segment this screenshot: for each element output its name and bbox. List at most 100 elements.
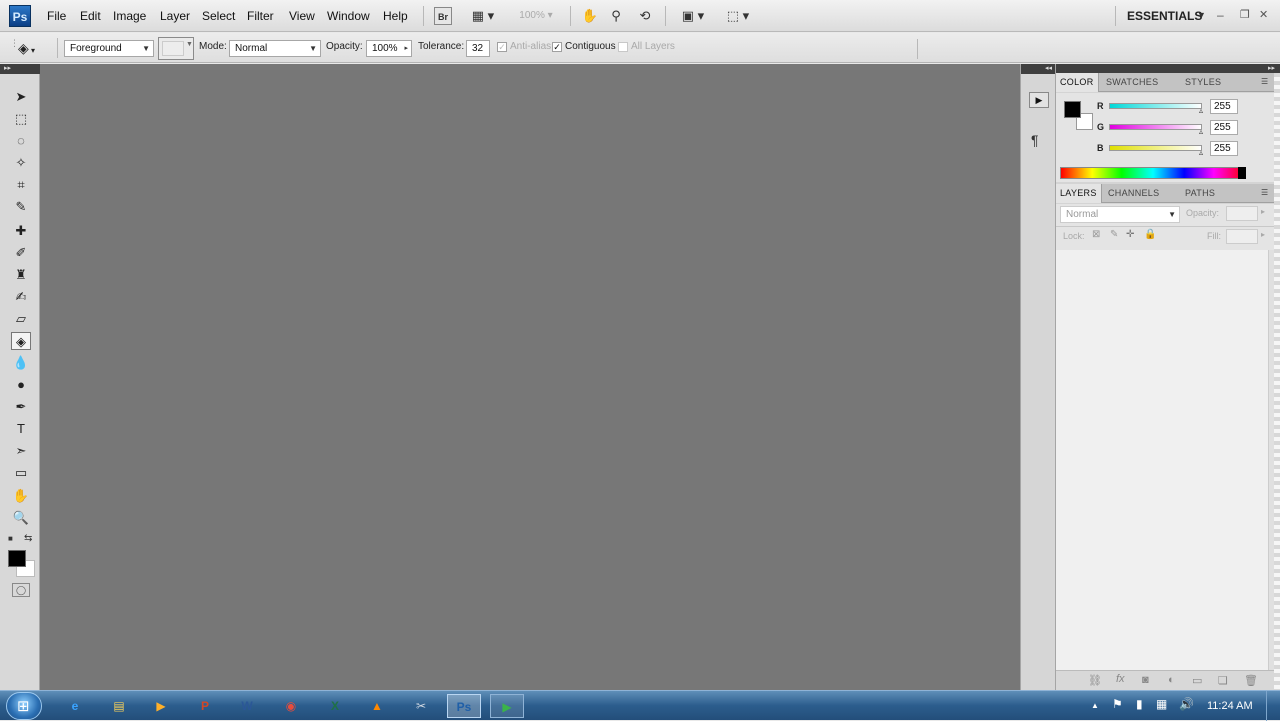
layer-blend-mode-select[interactable]: Normal ▼ bbox=[1060, 206, 1180, 223]
pattern-picker[interactable]: ▼ bbox=[158, 37, 194, 60]
taskbar-app-chrome[interactable]: ◉ bbox=[274, 694, 308, 718]
chevron-right-icon[interactable]: ▸ bbox=[1261, 230, 1265, 239]
tab-layers[interactable]: LAYERS bbox=[1056, 184, 1102, 203]
battery-icon[interactable]: ▮ bbox=[1136, 697, 1143, 711]
taskbar-app-media-player[interactable]: ▶ bbox=[144, 694, 178, 718]
panel-menu-icon[interactable]: ☰ bbox=[1261, 188, 1268, 197]
blend-mode-select[interactable]: Normal ▼ bbox=[229, 40, 321, 57]
taskbar-app-explorer[interactable]: ▤ bbox=[102, 694, 136, 718]
marquee-tool[interactable]: ⬚ bbox=[11, 110, 31, 128]
minimize-button[interactable]: – bbox=[1217, 8, 1224, 22]
slider-thumb-icon[interactable]: ▵ bbox=[1199, 127, 1203, 136]
tab-color[interactable]: COLOR bbox=[1056, 73, 1099, 92]
zoom-level-select[interactable]: 100% ▾ bbox=[512, 7, 560, 25]
show-desktop-button[interactable] bbox=[1266, 691, 1280, 721]
move-tool[interactable]: ➤ bbox=[11, 88, 31, 106]
tolerance-input[interactable]: 32 bbox=[466, 40, 490, 57]
toolbox-collapse-icon[interactable]: ▸▸ bbox=[0, 64, 40, 74]
history-brush-tool[interactable]: ✍ bbox=[11, 288, 31, 306]
workspace-switcher[interactable]: ESSENTIALS bbox=[1127, 9, 1202, 23]
ramp-black-chip[interactable] bbox=[1238, 167, 1246, 179]
menu-select[interactable]: Select bbox=[202, 9, 235, 23]
actions-panel-button[interactable]: ▶ bbox=[1029, 92, 1049, 108]
layer-opacity-input[interactable] bbox=[1226, 206, 1258, 221]
arrange-documents-button[interactable]: ▣ ▾ bbox=[676, 7, 710, 25]
path-selection-tool[interactable]: ➣ bbox=[11, 442, 31, 460]
rotate-view-button[interactable]: ⟲ bbox=[636, 7, 654, 25]
pen-tool[interactable]: ✒ bbox=[11, 398, 31, 416]
system-clock[interactable]: 11:24 AM bbox=[1207, 700, 1253, 712]
screen-mode-button[interactable]: ⬚ ▾ bbox=[721, 7, 755, 25]
taskbar-app-ie[interactable]: e bbox=[58, 694, 92, 718]
quick-mask-button[interactable]: ◯ bbox=[12, 583, 30, 597]
slider-thumb-icon[interactable]: ▵ bbox=[1199, 106, 1203, 115]
lasso-tool[interactable]: ◌ bbox=[11, 132, 31, 150]
healing-brush-tool[interactable]: ✚ bbox=[11, 222, 31, 240]
dock-collapse-icon[interactable]: ◂◂ bbox=[1021, 64, 1056, 74]
menu-edit[interactable]: Edit bbox=[80, 9, 101, 23]
adjustment-layer-icon[interactable]: ◐ bbox=[1168, 674, 1175, 686]
taskbar-app-word[interactable]: W bbox=[230, 694, 264, 718]
chevron-down-icon[interactable]: ▼ bbox=[1197, 10, 1206, 20]
network-icon[interactable]: ▦ bbox=[1156, 697, 1167, 711]
color-spectrum-ramp[interactable] bbox=[1060, 167, 1246, 179]
link-layers-icon[interactable]: ⛓ bbox=[1088, 674, 1102, 687]
type-tool[interactable]: T bbox=[11, 420, 31, 438]
tab-swatches[interactable]: SWATCHES bbox=[1102, 73, 1162, 92]
lock-pixels-icon[interactable]: ✎ bbox=[1110, 229, 1118, 240]
tab-channels[interactable]: CHANNELS bbox=[1104, 184, 1163, 203]
channel-value-g[interactable]: 255 bbox=[1210, 120, 1238, 135]
anti-alias-checkbox[interactable]: ✓ bbox=[497, 42, 507, 52]
document-canvas-area[interactable] bbox=[40, 64, 1020, 690]
dodge-tool[interactable]: ● bbox=[11, 376, 31, 394]
swap-colors-icon[interactable]: ⇆ bbox=[24, 533, 32, 544]
menu-window[interactable]: Window bbox=[327, 9, 370, 23]
taskbar-app-snipping[interactable]: ✂ bbox=[404, 694, 438, 718]
contiguous-checkbox[interactable]: ✓ bbox=[552, 42, 562, 52]
taskbar-app-photoshop[interactable]: Ps bbox=[447, 694, 481, 718]
menu-view[interactable]: View bbox=[289, 9, 315, 23]
opacity-input[interactable]: 100% ▸ bbox=[366, 40, 412, 57]
tool-preset-picker[interactable]: ◈ ▾ bbox=[18, 38, 52, 58]
foreground-color-chip[interactable] bbox=[1064, 101, 1081, 118]
new-group-icon[interactable]: ▭ bbox=[1192, 674, 1202, 687]
lock-position-icon[interactable]: ✛ bbox=[1126, 229, 1134, 240]
channel-value-r[interactable]: 255 bbox=[1210, 99, 1238, 114]
layer-fill-input[interactable] bbox=[1226, 229, 1258, 244]
show-hidden-icons[interactable]: ▲ bbox=[1091, 701, 1099, 710]
channel-slider-r[interactable]: ▵ bbox=[1109, 103, 1203, 115]
new-layer-icon[interactable]: ❏ bbox=[1218, 674, 1228, 687]
layers-list[interactable] bbox=[1056, 250, 1275, 670]
foreground-color-swatch[interactable] bbox=[8, 550, 26, 567]
layer-style-icon[interactable]: fx bbox=[1116, 673, 1125, 685]
chevron-right-icon[interactable]: ▸ bbox=[1261, 207, 1265, 216]
layer-mask-icon[interactable]: ◙ bbox=[1142, 674, 1149, 686]
menu-help[interactable]: Help bbox=[383, 9, 408, 23]
paint-bucket-tool[interactable]: ◈ bbox=[11, 332, 31, 350]
taskbar-app-powerpoint[interactable]: P bbox=[188, 694, 222, 718]
channel-slider-g[interactable]: ▵ bbox=[1109, 124, 1203, 136]
slider-thumb-icon[interactable]: ▵ bbox=[1199, 148, 1203, 157]
menu-file[interactable]: File bbox=[47, 9, 66, 23]
shape-tool[interactable]: ▭ bbox=[11, 464, 31, 482]
default-colors-icon[interactable]: ■ bbox=[8, 534, 13, 543]
tab-paths[interactable]: PATHS bbox=[1181, 184, 1219, 203]
menu-layer[interactable]: Layer bbox=[160, 9, 190, 23]
magic-wand-tool[interactable]: ✧ bbox=[11, 154, 31, 172]
paragraph-panel-button[interactable]: ¶ bbox=[1031, 132, 1039, 148]
zoom-tool[interactable]: 🔍 bbox=[11, 509, 31, 527]
tab-styles[interactable]: STYLES bbox=[1181, 73, 1225, 92]
menu-filter[interactable]: Filter bbox=[247, 9, 274, 23]
taskbar-app-camtasia[interactable]: ▶ bbox=[490, 694, 524, 718]
chevron-right-icon[interactable]: ▸ bbox=[404, 41, 408, 56]
trash-icon[interactable]: 🗑 bbox=[1244, 674, 1258, 687]
all-layers-checkbox[interactable] bbox=[618, 42, 628, 52]
eraser-tool[interactable]: ▱ bbox=[11, 310, 31, 328]
start-button[interactable]: ⊞ bbox=[6, 692, 42, 720]
action-center-icon[interactable]: ⚑ bbox=[1112, 697, 1123, 711]
panel-menu-icon[interactable]: ☰ bbox=[1261, 77, 1268, 86]
crop-tool[interactable]: ⌗ bbox=[11, 176, 31, 194]
restore-button[interactable]: ❐ bbox=[1240, 8, 1250, 21]
menu-image[interactable]: Image bbox=[113, 9, 146, 23]
hand-tool[interactable]: ✋ bbox=[11, 487, 31, 505]
